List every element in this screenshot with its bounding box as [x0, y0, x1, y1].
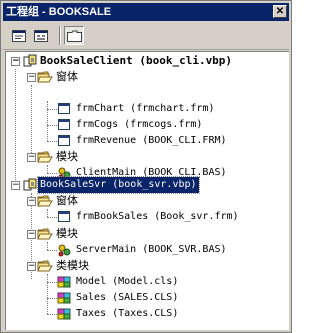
folder-icon — [66, 30, 82, 42]
tree-item-form[interactable]: frmCogs (frmcogs.frm) — [6, 117, 286, 133]
folder-label: 模块 — [56, 150, 78, 163]
tree-item-form[interactable]: frmChart (frmchart.frm) — [6, 101, 286, 117]
folder-label: 类模块 — [56, 259, 89, 272]
form-icon — [58, 211, 70, 222]
window-title: 工程组 - BOOKSALE — [6, 6, 112, 18]
collapse-toggle[interactable]: − — [27, 262, 36, 271]
collapse-toggle[interactable]: − — [11, 57, 20, 66]
tree-item-class[interactable]: Model (Model.cls) — [6, 274, 286, 290]
toggle-folders-button[interactable] — [64, 26, 84, 45]
tree-item-form[interactable]: frmBookSales (Book_svr.frm) — [6, 209, 286, 225]
collapse-toggle[interactable]: − — [27, 73, 36, 82]
project-node-server[interactable]: − BookSaleSvr (book_svr.vbp) — [6, 176, 286, 194]
view-object-icon — [34, 29, 48, 42]
form-icon — [58, 103, 70, 114]
class-module-icon — [57, 292, 71, 304]
open-folder-icon — [37, 228, 53, 240]
project-explorer-window: 工程组 - BOOKSALE ✕ − BookSaleClient (book_… — [0, 0, 292, 333]
vb-project-icon — [23, 54, 37, 67]
form-icon — [58, 135, 70, 146]
open-folder-icon — [37, 151, 53, 163]
form-label: frmRevenue (BOOK_CLI.FRM) — [76, 135, 227, 146]
folder-label: 窗体 — [56, 194, 78, 207]
form-icon — [58, 119, 70, 130]
folder-node-forms[interactable]: − 窗体 — [6, 69, 286, 85]
view-code-button[interactable] — [9, 26, 29, 45]
tree-item-class[interactable]: Taxes (Taxes.CLS) — [6, 306, 286, 322]
collapse-toggle[interactable]: − — [27, 197, 36, 206]
folder-label: 窗体 — [56, 70, 78, 83]
class-label: Sales (SALES.CLS) — [76, 292, 179, 303]
open-folder-icon — [37, 71, 53, 83]
folder-node-modules[interactable]: − 模块 — [6, 149, 286, 165]
class-module-icon — [57, 308, 71, 320]
tree-item-class[interactable]: Sales (SALES.CLS) — [6, 290, 286, 306]
open-folder-icon — [37, 260, 53, 272]
tree-item-module[interactable]: ServerMain (BOOK_SVR.BAS) — [6, 242, 286, 258]
module-icon — [58, 244, 71, 257]
folder-label: 模块 — [56, 227, 78, 240]
collapse-toggle[interactable]: − — [11, 181, 20, 190]
folder-node-forms[interactable]: − 窗体 — [6, 193, 286, 209]
class-label: Taxes (Taxes.CLS) — [76, 308, 179, 319]
project-node-client[interactable]: − BookSaleClient (book_cli.vbp) — [6, 53, 286, 69]
title-bar[interactable]: 工程组 - BOOKSALE ✕ — [3, 3, 289, 21]
form-label: frmChart (frmchart.frm) — [76, 103, 215, 114]
form-label: frmCogs (frmcogs.frm) — [76, 119, 203, 130]
tree-item-form[interactable]: frmRevenue (BOOK_CLI.FRM) — [6, 133, 286, 149]
project-label: BookSaleClient (book_cli.vbp) — [40, 54, 233, 67]
folder-node-classes[interactable]: − 类模块 — [6, 258, 286, 274]
collapse-toggle[interactable]: − — [27, 230, 36, 239]
close-icon[interactable]: ✕ — [273, 5, 287, 18]
vb-project-icon — [23, 178, 37, 191]
collapse-toggle[interactable]: − — [27, 153, 36, 162]
form-label: frmBookSales (Book_svr.frm) — [76, 211, 239, 222]
toolbar-separator — [59, 26, 61, 45]
class-label: Model (Model.cls) — [76, 276, 179, 287]
view-object-button[interactable] — [31, 26, 51, 45]
open-folder-icon — [37, 195, 53, 207]
project-tree[interactable]: − BookSaleClient (book_cli.vbp) − 窗体 frm… — [5, 51, 289, 330]
toolbar — [3, 23, 289, 50]
class-module-icon — [57, 276, 71, 288]
folder-node-modules[interactable]: − 模块 — [6, 226, 286, 242]
project-label: BookSaleSvr (book_svr.vbp) — [37, 176, 200, 194]
module-label: ServerMain (BOOK_SVR.BAS) — [76, 244, 227, 255]
view-code-icon — [12, 29, 26, 42]
